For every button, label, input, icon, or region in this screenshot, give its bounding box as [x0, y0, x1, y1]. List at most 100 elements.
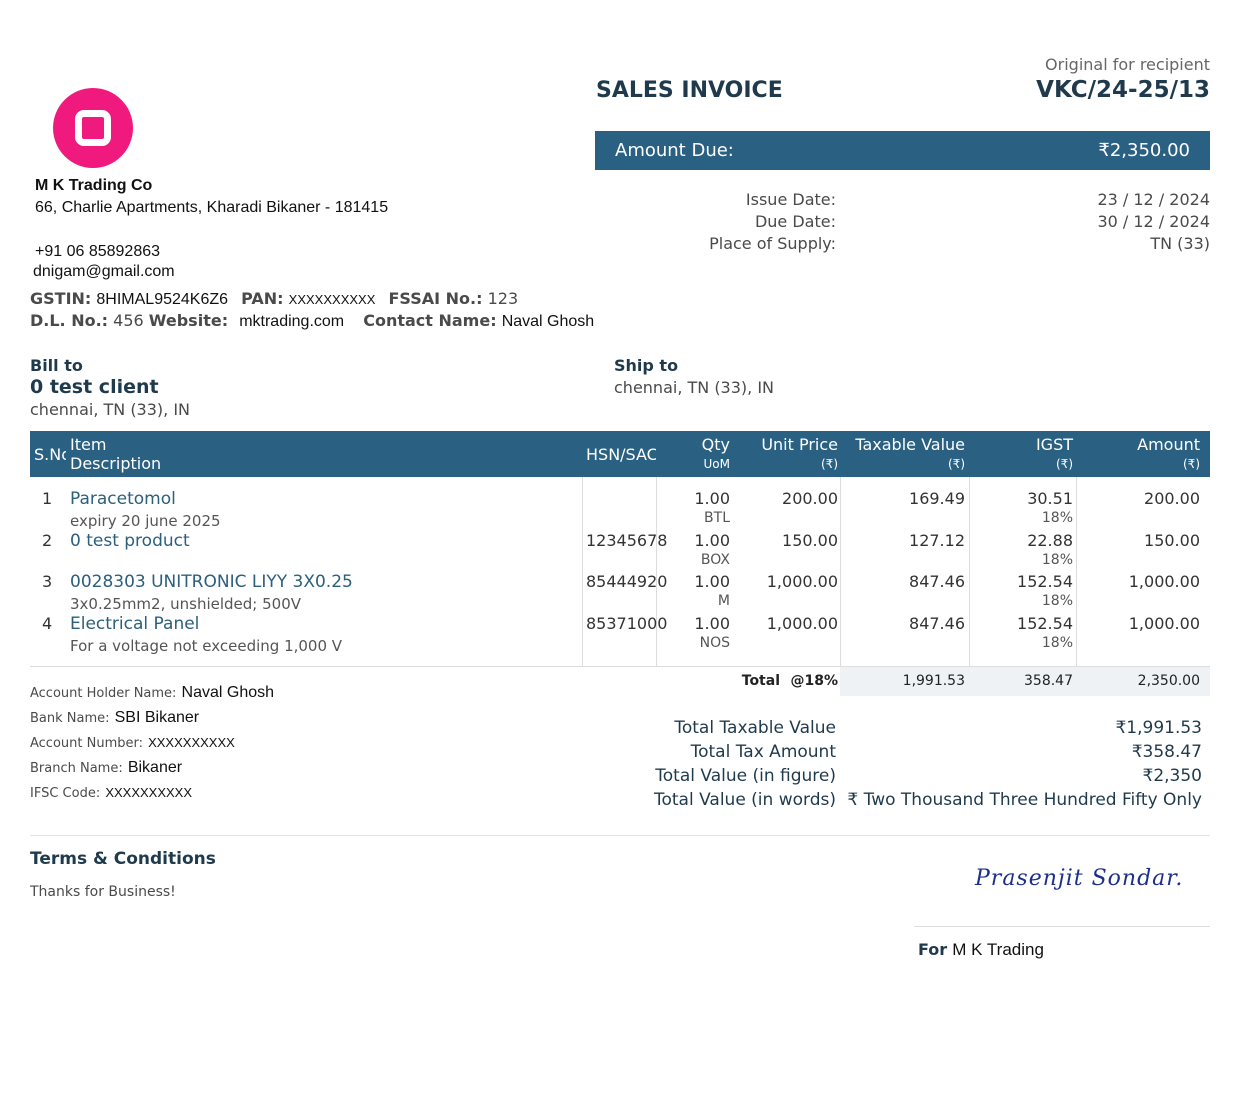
gstin-value: 8HIMAL9524K6Z6 [96, 291, 229, 308]
bank-label: Bank Name: [30, 711, 110, 726]
total-label: Total [741, 673, 780, 689]
row-taxable: 169.49 [909, 489, 965, 508]
signature: Prasenjit Sondar. [975, 866, 1184, 891]
row-uom: BOX [700, 552, 730, 568]
row-qty: 1.00 [694, 572, 730, 591]
fssai-value: 123 [487, 289, 519, 308]
col-amount-currency: (₹) [1183, 457, 1200, 471]
summary-values: ₹1,991.53 ₹358.47 ₹2,350 ₹ Two Thousand … [847, 716, 1202, 812]
row-igst: 152.54 [1017, 572, 1073, 591]
bank-value: SBI Bikaner [114, 709, 200, 726]
total-words-value: ₹ Two Thousand Three Hundred Fifty Only [847, 790, 1202, 810]
col-igst: IGST [1035, 435, 1073, 454]
holder-value: Naval Ghosh [181, 684, 275, 701]
row-igst-rate: 18% [1041, 593, 1073, 609]
row-hsn: 85444920 [586, 572, 668, 591]
col-unit-price-currency: (₹) [821, 457, 838, 471]
row-qty: 1.00 [694, 489, 730, 508]
table-row: 4 Electrical Panel For a voltage not exc… [30, 614, 1210, 658]
invoice-title: SALES INVOICE [596, 78, 783, 103]
row-uom: NOS [699, 635, 730, 651]
fssai-label: FSSAI No.: [388, 289, 483, 308]
row-amount: 150.00 [1144, 531, 1200, 550]
ship-to-address: chennai, TN (33), IN [614, 378, 775, 397]
seller-name: M K Trading Co [35, 177, 153, 194]
copy-label: Original for recipient [1045, 55, 1210, 74]
col-amount: Amount [1137, 435, 1200, 454]
seller-ids-line: GSTIN: 8HIMAL9524K6Z6 PAN: XXXXXXXXXX FS… [30, 289, 518, 309]
ifsc-label: IFSC Code: [30, 786, 101, 801]
row-sno: 2 [42, 531, 53, 550]
signature-for: For M K Trading [918, 940, 1044, 960]
total-tax-value: ₹358.47 [1131, 742, 1202, 762]
total-figure-label: Total Value (in figure) [655, 766, 836, 786]
website-value: mktrading.com [239, 313, 345, 330]
total-tax-label: Total Tax Amount [690, 742, 836, 762]
holder-label: Account Holder Name: [30, 686, 177, 701]
col-taxable-currency: (₹) [948, 457, 965, 471]
branch-label: Branch Name: [30, 761, 123, 776]
row-qty: 1.00 [694, 614, 730, 633]
row-igst-rate: 18% [1041, 552, 1073, 568]
pan-label: PAN: [241, 289, 284, 308]
seller-contact-line: D.L. No.: 456 Website: mktrading.com Con… [30, 311, 594, 331]
row-item-desc: expiry 20 june 2025 [70, 512, 221, 530]
row-igst: 152.54 [1017, 614, 1073, 633]
issue-date-label: Issue Date: [745, 190, 836, 209]
row-hsn: 85371000 [586, 614, 668, 633]
ship-to-label: Ship to [614, 356, 679, 375]
contact-value: Naval Ghosh [501, 313, 595, 330]
ifsc-value: XXXXXXXXXX [105, 785, 193, 800]
for-name: M K Trading [952, 940, 1044, 959]
col-description: Description [70, 454, 162, 473]
branch-value: Bikaner [127, 759, 183, 776]
row-sno: 1 [42, 489, 53, 508]
col-hsn: HSN/SAC [586, 445, 656, 464]
place-label: Place of Supply: [709, 234, 836, 253]
row-item-desc: For a voltage not exceeding 1,000 V [70, 637, 343, 655]
items-table-header: S.No Item Description HSN/SAC Qty UoM Un… [30, 431, 1210, 477]
row-item-desc: 3x0.25mm2, unshielded; 500V [70, 595, 302, 613]
row-igst: 30.51 [1027, 489, 1073, 508]
section-divider [30, 835, 1210, 836]
row-taxable: 127.12 [909, 531, 965, 550]
amount-due-label: Amount Due: [615, 140, 734, 161]
gstin-label: GSTIN: [30, 289, 92, 308]
total-words-label: Total Value (in words) [653, 790, 836, 810]
account-value: XXXXXXXXXX [148, 735, 235, 750]
dl-value: 456 [113, 311, 144, 330]
bank-details: Account Holder Name: Naval Ghosh Bank Na… [30, 680, 274, 805]
row-item-name: Electrical Panel [70, 614, 200, 634]
row-hsn: 12345678 [586, 531, 668, 550]
for-label: For [918, 940, 948, 959]
row-taxable: 847.46 [909, 614, 965, 633]
signature-line [914, 926, 1210, 927]
row-unit-price: 150.00 [782, 531, 838, 550]
row-sno: 4 [42, 614, 53, 633]
total-igst: 358.47 [1024, 673, 1073, 689]
row-amount: 1,000.00 [1128, 614, 1200, 633]
website-label: Website: [148, 311, 229, 330]
total-amount: 2,350.00 [1137, 673, 1200, 689]
col-item: Item [70, 435, 107, 454]
row-igst-rate: 18% [1041, 635, 1073, 651]
row-uom: M [717, 593, 730, 609]
row-item-name: 0028303 UNITRONIC LIYY 3X0.25 [70, 572, 353, 592]
row-qty: 1.00 [694, 531, 730, 550]
row-taxable: 847.46 [909, 572, 965, 591]
due-date-label: Due Date: [754, 212, 836, 231]
total-rate: @18% [790, 673, 838, 689]
table-row: 1 Paracetomol expiry 20 june 2025 1.00 B… [30, 489, 1210, 531]
bill-to-address: chennai, TN (33), IN [30, 400, 191, 419]
row-unit-price: 1,000.00 [766, 572, 838, 591]
row-unit-price: 200.00 [782, 489, 838, 508]
dl-label: D.L. No.: [30, 311, 109, 330]
issue-date-value: 23 / 12 / 2024 [1097, 190, 1210, 209]
terms-text: Thanks for Business! [30, 884, 176, 900]
total-taxable-label: Total Taxable Value [674, 718, 836, 738]
contact-label: Contact Name: [363, 311, 497, 330]
date-labels: Issue Date: Due Date: Place of Supply: [709, 189, 836, 255]
row-unit-price: 1,000.00 [766, 614, 838, 633]
col-taxable: Taxable Value [855, 435, 965, 454]
total-taxable-value: ₹1,991.53 [1115, 718, 1202, 738]
